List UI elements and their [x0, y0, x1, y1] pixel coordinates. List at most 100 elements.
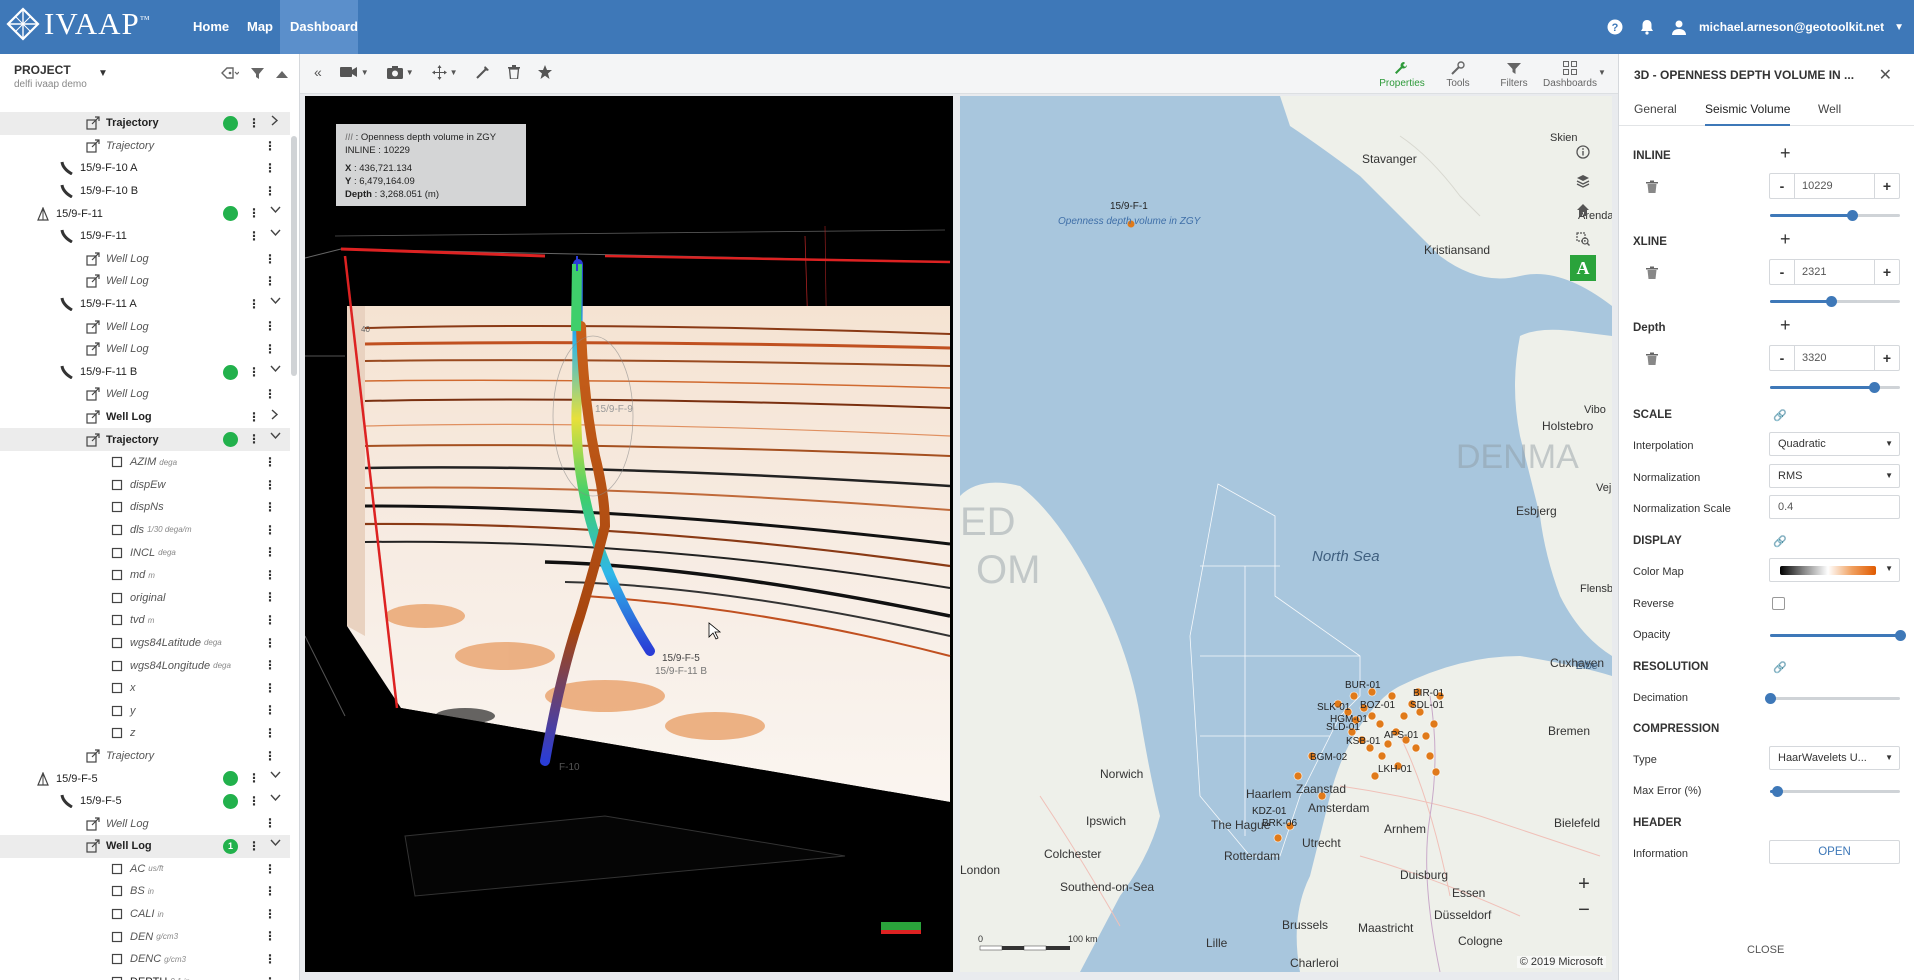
chevron-right-icon[interactable]: [268, 409, 282, 423]
tree-row[interactable]: Trajectory ⋮: [0, 428, 290, 451]
tree-row[interactable]: 15/9-F-11 ⋮: [0, 225, 290, 248]
tree-row[interactable]: AC us/ft ⋮: [0, 858, 290, 881]
zoom-region-icon[interactable]: [1570, 226, 1596, 252]
toolbar-more-chevron-icon[interactable]: ▼: [1598, 60, 1612, 89]
tree-row[interactable]: wgs84Latitude dega ⋮: [0, 632, 290, 655]
delete-depth-icon[interactable]: [1645, 352, 1659, 366]
toolbar-dashboards-button[interactable]: Dashboards: [1542, 60, 1598, 89]
user-avatar-icon[interactable]: [1665, 13, 1693, 41]
depth-slider[interactable]: [1770, 382, 1900, 393]
tag-icon[interactable]: [221, 67, 240, 83]
add-depth-icon[interactable]: +: [1780, 315, 1791, 336]
layers-icon[interactable]: [1570, 168, 1596, 194]
depth-increment-button[interactable]: +: [1875, 350, 1899, 366]
tree-row[interactable]: Trajectory ⋮: [0, 745, 290, 768]
tree-row[interactable]: tvd m ⋮: [0, 609, 290, 632]
tree-row[interactable]: BS in ⋮: [0, 880, 290, 903]
tree-row[interactable]: Well Log ⋮: [0, 270, 290, 293]
more-options-icon[interactable]: ⋮: [248, 116, 260, 130]
favorite-star-icon[interactable]: [537, 65, 552, 79]
more-options-icon[interactable]: ⋮: [264, 342, 276, 356]
depth-stepper[interactable]: - 3320 +: [1769, 345, 1900, 371]
more-options-icon[interactable]: ⋮: [248, 206, 260, 220]
xline-stepper[interactable]: - 2321 +: [1769, 259, 1900, 285]
toolbar-properties-button[interactable]: Properties: [1374, 60, 1430, 89]
more-options-icon[interactable]: ⋮: [264, 703, 276, 717]
video-camera-icon[interactable]: ▼: [339, 66, 369, 78]
zoom-out-button[interactable]: −: [1574, 900, 1594, 920]
more-options-icon[interactable]: ⋮: [248, 365, 260, 379]
xline-slider[interactable]: [1770, 296, 1900, 307]
help-icon[interactable]: ?: [1601, 13, 1629, 41]
delete-xline-icon[interactable]: [1645, 266, 1659, 280]
tree-row[interactable]: Well Log ⋮: [0, 315, 290, 338]
chevron-down-icon[interactable]: [268, 205, 282, 217]
display-link-icon[interactable]: 🔗: [1773, 535, 1787, 548]
tree-row[interactable]: Well Log ⋮: [0, 338, 290, 361]
more-options-icon[interactable]: ⋮: [264, 613, 276, 627]
nav-dashboard[interactable]: Dashboard: [280, 0, 358, 54]
xline-decrement-button[interactable]: -: [1770, 264, 1794, 280]
more-options-icon[interactable]: ⋮: [264, 274, 276, 288]
opacity-slider[interactable]: [1770, 630, 1906, 641]
close-button[interactable]: CLOSE: [1747, 944, 1784, 956]
more-options-icon[interactable]: ⋮: [264, 478, 276, 492]
more-options-icon[interactable]: ⋮: [264, 636, 276, 650]
inline-slider[interactable]: [1770, 210, 1900, 221]
tree-row[interactable]: CALI in ⋮: [0, 903, 290, 926]
nav-map[interactable]: Map: [237, 0, 283, 54]
project-dropdown-icon[interactable]: ▼: [98, 68, 108, 79]
more-options-icon[interactable]: ⋮: [248, 794, 260, 808]
tree-row[interactable]: INCL dega ⋮: [0, 541, 290, 564]
more-options-icon[interactable]: ⋮: [248, 297, 260, 311]
tab-seismic-volume[interactable]: Seismic Volume: [1705, 102, 1791, 126]
more-options-icon[interactable]: ⋮: [264, 952, 276, 966]
scale-link-icon[interactable]: 🔗: [1773, 409, 1787, 422]
chevron-down-icon[interactable]: [268, 296, 282, 308]
tree-scrollbar[interactable]: [291, 136, 297, 376]
tab-general[interactable]: General: [1634, 102, 1677, 124]
measure-tool-icon[interactable]: [475, 65, 490, 79]
decimation-slider[interactable]: [1765, 693, 1900, 704]
more-options-icon[interactable]: ⋮: [248, 771, 260, 785]
toolbar-tools-button[interactable]: Tools: [1430, 60, 1486, 89]
user-email[interactable]: michael.arneson@geotoolkit.net: [1699, 20, 1884, 34]
tree-row[interactable]: Trajectory ⋮: [0, 135, 290, 158]
seismic-3d-canvas[interactable]: 15/9-F-5 15/9-F-11 B 15/9-F-9 F-10 40: [305, 96, 953, 972]
more-options-icon[interactable]: ⋮: [248, 229, 260, 243]
tree-row[interactable]: wgs84Longitude dega ⋮: [0, 654, 290, 677]
chevron-right-icon[interactable]: [268, 115, 282, 129]
more-options-icon[interactable]: ⋮: [264, 500, 276, 514]
tree-row[interactable]: dls 1/30 dega/m ⋮: [0, 519, 290, 542]
tab-well[interactable]: Well: [1818, 102, 1841, 124]
notifications-bell-icon[interactable]: [1633, 13, 1661, 41]
filter-icon[interactable]: [251, 67, 264, 83]
inline-increment-button[interactable]: +: [1875, 178, 1899, 194]
tree-row[interactable]: 15/9-F-5 ⋮: [0, 767, 290, 790]
chevron-down-icon[interactable]: [268, 793, 282, 805]
annotation-a-icon[interactable]: A: [1570, 255, 1596, 281]
tree-row[interactable]: Well Log ⋮: [0, 812, 290, 835]
more-options-icon[interactable]: ⋮: [264, 545, 276, 559]
tree-row[interactable]: 15/9-F-11 ⋮: [0, 202, 290, 225]
more-options-icon[interactable]: ⋮: [264, 568, 276, 582]
more-options-icon[interactable]: ⋮: [264, 975, 276, 980]
tree-row[interactable]: Well Log ⋮: [0, 406, 290, 429]
toolbar-filters-button[interactable]: Filters: [1486, 60, 1542, 89]
tree-row[interactable]: 15/9-F-11 A ⋮: [0, 293, 290, 316]
add-inline-icon[interactable]: +: [1780, 143, 1791, 164]
collapse-up-icon[interactable]: [276, 67, 288, 83]
chevron-down-icon[interactable]: [268, 838, 282, 850]
add-xline-icon[interactable]: +: [1780, 229, 1791, 250]
tree-row[interactable]: Well Log ⋮: [0, 383, 290, 406]
tree-row[interactable]: 15/9-F-11 B ⋮: [0, 361, 290, 384]
normalization-select[interactable]: RMS ▼: [1769, 464, 1900, 488]
normalization-scale-input[interactable]: 0.4: [1769, 495, 1900, 519]
xline-increment-button[interactable]: +: [1875, 264, 1899, 280]
more-options-icon[interactable]: ⋮: [248, 839, 260, 853]
xline-value[interactable]: 2321: [1794, 260, 1875, 284]
tree-row[interactable]: DEN g/cm3 ⋮: [0, 925, 290, 948]
tree-row[interactable]: DEPTH0.1 in⋮: [0, 971, 290, 980]
more-options-icon[interactable]: ⋮: [264, 161, 276, 175]
map-canvas[interactable]: [960, 96, 1612, 972]
